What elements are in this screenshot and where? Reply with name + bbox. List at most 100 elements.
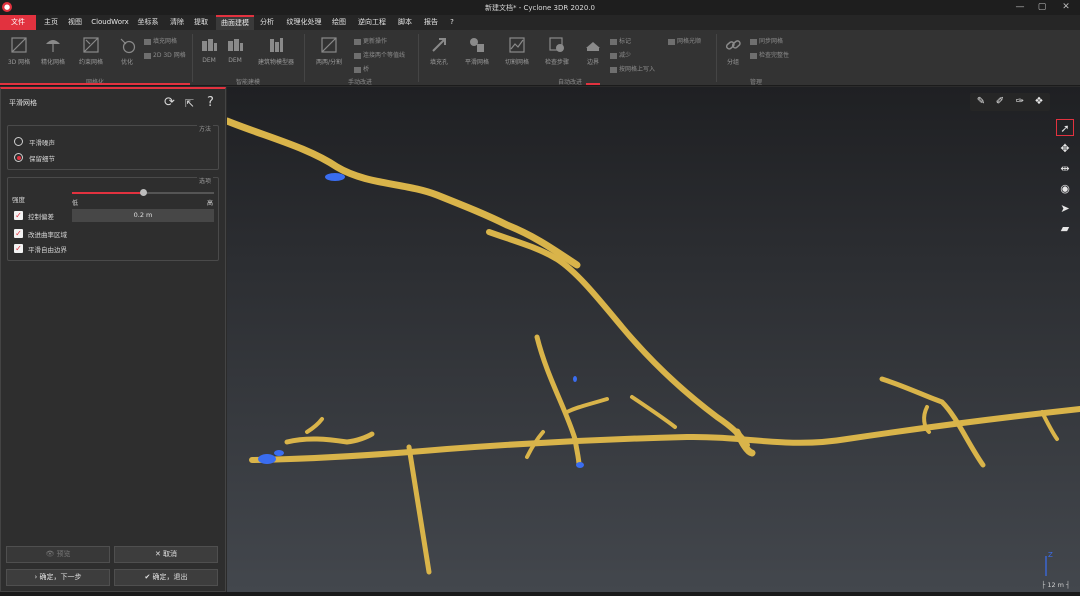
deviation-input[interactable]: 0.2 m: [72, 209, 214, 222]
connect-icon: [354, 52, 361, 59]
refine-mesh-button[interactable]: 精化网格: [36, 36, 70, 66]
smooth-mesh-button[interactable]: 平滑网格: [460, 36, 494, 66]
strength-slider[interactable]: [72, 189, 214, 196]
menu-coordinate-system[interactable]: 坐标系: [134, 15, 162, 30]
eraser-icon: [610, 38, 617, 45]
menu-clean[interactable]: 清除: [166, 15, 188, 30]
ok-exit-button[interactable]: ✔ 确定，退出: [114, 569, 218, 586]
control-deviation-checkbox[interactable]: ✓: [14, 211, 23, 220]
help-icon[interactable]: ?: [207, 95, 214, 110]
split-icon: [321, 37, 337, 53]
window-title: 新建文档* - Cyclone 3DR 2020.0: [485, 4, 595, 12]
constrain-mesh-button[interactable]: 约束网格: [74, 36, 108, 66]
radio-keep-details[interactable]: [14, 153, 23, 162]
mesh-branch: [305, 417, 324, 434]
select-cursor-icon[interactable]: ➚: [1056, 119, 1074, 136]
group-button[interactable]: 分组: [716, 36, 750, 66]
mesh-branch: [630, 395, 677, 429]
menu-cloudworx[interactable]: CloudWorx: [90, 15, 130, 30]
ribbon-separator: [304, 34, 305, 82]
zoom-fit-icon[interactable]: ⇹: [1056, 160, 1074, 177]
pan-icon[interactable]: ✥: [1056, 140, 1074, 157]
strength-slider-handle[interactable]: [140, 189, 147, 196]
menu-help[interactable]: ?: [446, 15, 458, 30]
eye-icon: 👁: [45, 550, 57, 558]
checkmark-icon: ✔: [144, 573, 153, 581]
cut-mesh-button[interactable]: 切割网格: [500, 36, 534, 66]
3d-viewport[interactable]: ✎ ✐ ✑ ❖ ➚ ✥ ⇹ ◉ ➤ ▰ Z ├ 12 m ┤: [227, 87, 1080, 592]
menu-surface-modeling[interactable]: 曲面建模: [216, 15, 254, 30]
split-button[interactable]: 两两/分割: [312, 36, 346, 66]
fill-holes-button[interactable]: 填充孔: [422, 36, 456, 66]
smooth-free-border-checkbox[interactable]: ✓: [14, 244, 23, 253]
navigate-icon[interactable]: ➤: [1056, 200, 1074, 217]
mesh-3d-icon: [11, 37, 27, 53]
bridge-button[interactable]: 桥: [354, 64, 369, 73]
menu-texturing[interactable]: 纹理化处理: [282, 15, 326, 30]
mesh-highlight: [258, 454, 276, 464]
close-icon[interactable]: ✕: [1058, 1, 1074, 13]
export-icon[interactable]: ⇱: [185, 97, 194, 110]
building-modeler-button[interactable]: 建筑物模型器: [252, 36, 300, 66]
menu-extract[interactable]: 提取: [190, 15, 212, 30]
cut-mesh-icon: [509, 37, 525, 53]
eraser-tool-icon[interactable]: ▰: [1056, 220, 1074, 237]
radio-smooth-noise[interactable]: [14, 137, 23, 146]
menu-analysis[interactable]: 分析: [256, 15, 278, 30]
connect-contours-button[interactable]: 连接两个等值线: [354, 50, 405, 59]
section-icon[interactable]: ✐: [994, 96, 1006, 108]
minimize-icon[interactable]: —: [1012, 1, 1028, 13]
mesh-smoothing-button[interactable]: 网格光顺: [668, 36, 701, 45]
improve-curvature-checkbox[interactable]: ✓: [14, 229, 23, 238]
fill-holes-icon: [432, 38, 446, 52]
menu-file[interactable]: 文件: [0, 15, 36, 30]
methods-legend: 方法: [196, 124, 213, 133]
menu-view[interactable]: 视图: [64, 15, 86, 30]
maximize-icon[interactable]: ▢: [1034, 1, 1050, 13]
ok-next-button[interactable]: › 确定，下一步: [6, 569, 110, 586]
camera-icon[interactable]: ◉: [1056, 180, 1074, 197]
tag-icon[interactable]: ❖: [1033, 96, 1045, 108]
mark-button[interactable]: 标记: [610, 36, 631, 45]
mesh-2d3d-button[interactable]: 2D 3D 网格: [144, 50, 186, 59]
ribbon-separator: [418, 34, 419, 82]
close-icon: ✕: [154, 550, 164, 558]
reduce-button[interactable]: 减少: [610, 50, 631, 59]
measure-icon[interactable]: ✎: [975, 96, 987, 108]
clip-icon[interactable]: ✑: [1014, 96, 1026, 108]
filter-icon: [610, 52, 617, 59]
menu-drawing[interactable]: 绘图: [328, 15, 350, 30]
bridge-icon: [354, 66, 361, 73]
strength-slider-fill: [72, 192, 143, 194]
fill-mesh-button[interactable]: 填充网格: [144, 36, 177, 45]
radio-keep-details-label: 保留细节: [29, 155, 55, 163]
sync-icon: [750, 38, 757, 45]
menu-script[interactable]: 脚本: [394, 15, 416, 30]
slider-high-label: 高: [207, 200, 214, 207]
refresh-icon[interactable]: ⟳: [164, 95, 175, 110]
sync-mesh-button[interactable]: 同步网格: [750, 36, 783, 45]
write-on-mesh-button[interactable]: 按网格上写入: [610, 64, 655, 73]
check-integrity-button[interactable]: 检查完整性: [750, 50, 789, 59]
dem-button-2[interactable]: DEM: [218, 36, 252, 64]
menu-report[interactable]: 报告: [420, 15, 442, 30]
optimize-button[interactable]: 优化: [110, 36, 144, 66]
mesh-highlight: [573, 376, 577, 382]
mesh-highlight: [274, 450, 284, 456]
update-operation-button[interactable]: 更新操作: [354, 36, 387, 45]
check-steps-button[interactable]: 检查步骤: [540, 36, 574, 66]
smooth-mesh-panel: 平滑网格 ⟳ ⇱ ? 方法 平滑噪声 保留细节 选项 强度 低 高 ✓ 控制偏差…: [0, 87, 226, 592]
menu-reverse-engineering[interactable]: 逆向工程: [354, 15, 390, 30]
menu-home[interactable]: 主页: [40, 15, 62, 30]
mesh-3d-button[interactable]: 3D 网格: [2, 36, 36, 66]
radio-smooth-noise-label: 平滑噪声: [29, 139, 55, 147]
control-deviation-label: 控制偏差: [28, 213, 54, 221]
group-active-underline: [0, 83, 190, 85]
cancel-button[interactable]: ✕ 取消: [114, 546, 218, 563]
border-button[interactable]: 边界: [576, 36, 610, 66]
mesh-branch: [406, 444, 432, 575]
group-manual-improve-label: 手动改进: [347, 79, 372, 86]
preview-button[interactable]: 👁 预览: [6, 546, 110, 563]
mesh-branch: [534, 334, 582, 468]
optimize-icon: [120, 38, 136, 54]
